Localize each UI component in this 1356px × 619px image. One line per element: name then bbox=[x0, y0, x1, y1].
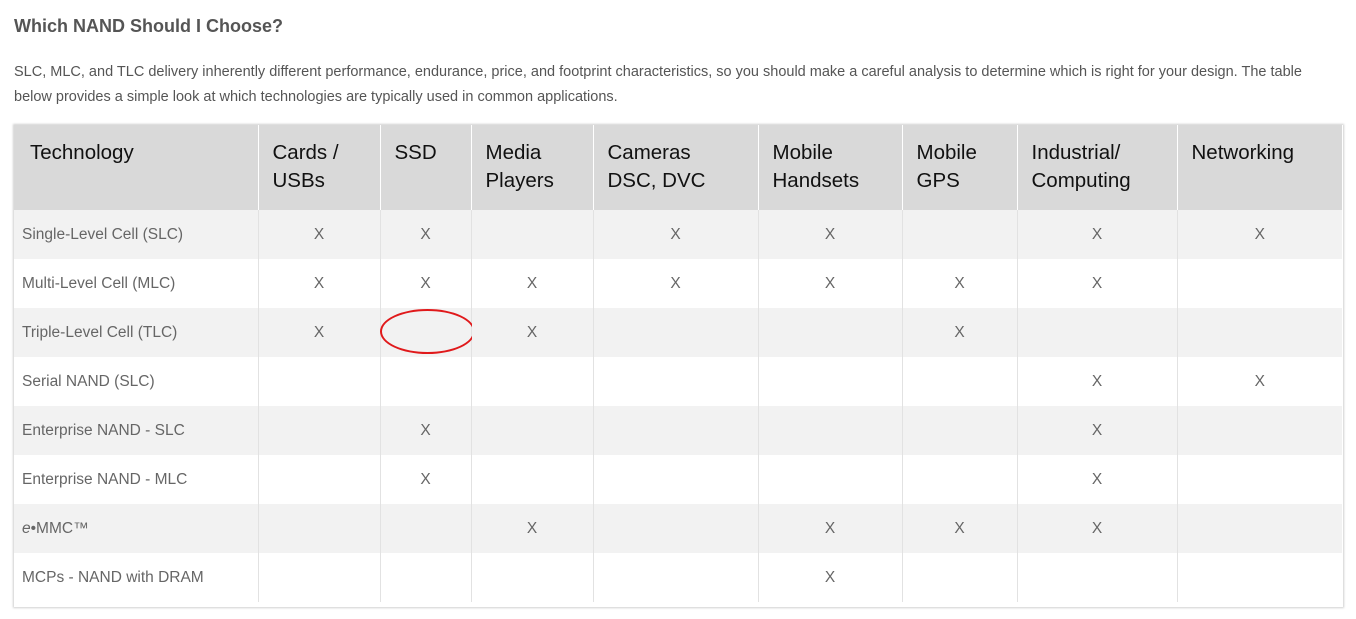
table-cell bbox=[593, 406, 759, 455]
table-cell: X bbox=[758, 210, 903, 259]
table-cell bbox=[593, 357, 759, 406]
table-cell bbox=[1177, 455, 1342, 504]
table-row-mlc: Multi-Level Cell (MLC) X X X X X X X bbox=[14, 259, 1342, 308]
table-cell: X bbox=[380, 259, 472, 308]
table-cell bbox=[258, 455, 381, 504]
table-cell bbox=[471, 455, 594, 504]
nand-comparison-table: Technology Cards / USBs SSD Media Players … bbox=[14, 125, 1343, 607]
table-cell bbox=[258, 357, 381, 406]
table-cell bbox=[593, 455, 759, 504]
table-row-serial-nand: Serial NAND (SLC) X X bbox=[14, 357, 1342, 406]
table-cell bbox=[1177, 504, 1342, 553]
row-label: MCPs - NAND with DRAM bbox=[14, 553, 259, 602]
table-cell bbox=[471, 406, 594, 455]
row-label: Triple-Level Cell (TLC) bbox=[14, 308, 259, 357]
table-cell: X bbox=[1017, 504, 1178, 553]
table-cell bbox=[380, 553, 472, 602]
table-cell: X bbox=[758, 504, 903, 553]
table-cell bbox=[593, 553, 759, 602]
table-row-slc: Single-Level Cell (SLC) X X X X X X bbox=[14, 210, 1342, 259]
table-cell bbox=[471, 553, 594, 602]
row-label: Enterprise NAND - MLC bbox=[14, 455, 259, 504]
header-industrial-computing: Industrial/Computing bbox=[1017, 125, 1178, 210]
table-cell: X bbox=[1017, 357, 1178, 406]
header-media-players: Media Players bbox=[471, 125, 594, 210]
table-cell: X bbox=[1177, 357, 1342, 406]
table-cell bbox=[593, 308, 759, 357]
table-cell: X bbox=[471, 259, 594, 308]
table-cell: X bbox=[380, 406, 472, 455]
table-cell bbox=[1177, 406, 1342, 455]
table-cell: X bbox=[902, 504, 1018, 553]
header-ssd: SSD bbox=[380, 125, 472, 210]
table-cell: X bbox=[593, 259, 759, 308]
table-cell: X bbox=[380, 455, 472, 504]
table-cell: X bbox=[1017, 406, 1178, 455]
table-cell bbox=[902, 553, 1018, 602]
table-cell-annotated bbox=[379, 308, 475, 357]
table-cell: X bbox=[593, 210, 759, 259]
row-label: Multi-Level Cell (MLC) bbox=[14, 259, 259, 308]
table-row-enterprise-slc: Enterprise NAND - SLC X X bbox=[14, 406, 1342, 455]
header-mobile-gps: Mobile GPS bbox=[902, 125, 1018, 210]
table-cell bbox=[758, 357, 903, 406]
table-row-emmc: e•MMC™ X X X X bbox=[14, 504, 1342, 553]
table-cell bbox=[1177, 308, 1342, 357]
table-cell: X bbox=[258, 308, 381, 357]
header-cards-usbs: Cards / USBs bbox=[258, 125, 381, 210]
table-cell: X bbox=[758, 259, 903, 308]
header-cameras: Cameras DSC, DVC bbox=[593, 125, 759, 210]
table-cell bbox=[758, 308, 903, 357]
table-cell bbox=[258, 504, 381, 553]
row-label: Serial NAND (SLC) bbox=[14, 357, 259, 406]
table-cell: X bbox=[471, 504, 594, 553]
table-cell bbox=[258, 406, 381, 455]
table-cell: X bbox=[1177, 210, 1342, 259]
table-cell: X bbox=[471, 308, 594, 357]
table-cell bbox=[902, 210, 1018, 259]
table-cell bbox=[471, 210, 594, 259]
table-cell bbox=[902, 357, 1018, 406]
table-cell bbox=[471, 357, 594, 406]
row-label: Single-Level Cell (SLC) bbox=[14, 210, 259, 259]
table-cell bbox=[380, 357, 472, 406]
red-circle-annotation bbox=[379, 309, 475, 354]
table-row-enterprise-mlc: Enterprise NAND - MLC X X bbox=[14, 455, 1342, 504]
table-cell: X bbox=[380, 210, 472, 259]
row-label: e•MMC™ bbox=[14, 504, 259, 553]
header-technology: Technology bbox=[14, 125, 259, 210]
table-cell bbox=[1017, 553, 1178, 602]
table-cell: X bbox=[1017, 455, 1178, 504]
table-cell: X bbox=[758, 553, 903, 602]
table-cell bbox=[258, 553, 381, 602]
table-cell bbox=[902, 406, 1018, 455]
table-cell bbox=[1177, 259, 1342, 308]
header-networking: Networking bbox=[1177, 125, 1342, 210]
table-cell: X bbox=[902, 259, 1018, 308]
header-mobile-handsets: Mobile Handsets bbox=[758, 125, 903, 210]
table-cell bbox=[902, 455, 1018, 504]
intro-paragraph: SLC, MLC, and TLC delivery inherently di… bbox=[14, 64, 1302, 105]
table-cell: X bbox=[258, 210, 381, 259]
table-cell bbox=[1177, 553, 1342, 602]
table-cell: X bbox=[258, 259, 381, 308]
table-cell bbox=[758, 406, 903, 455]
page-title: Which NAND Should I Choose? bbox=[14, 16, 283, 36]
table-cell: X bbox=[902, 308, 1018, 357]
table-cell bbox=[758, 455, 903, 504]
table-cell: X bbox=[1017, 259, 1178, 308]
row-label: Enterprise NAND - SLC bbox=[14, 406, 259, 455]
table-row-tlc: Triple-Level Cell (TLC) X X X bbox=[14, 308, 1342, 357]
table-cell bbox=[593, 504, 759, 553]
table-cell: X bbox=[1017, 210, 1178, 259]
table-header-row: Technology Cards / USBs SSD Media Players … bbox=[14, 125, 1342, 210]
table-cell bbox=[380, 504, 472, 553]
table-cell bbox=[1017, 308, 1178, 357]
table-row-mcps: MCPs - NAND with DRAM X bbox=[14, 553, 1342, 602]
